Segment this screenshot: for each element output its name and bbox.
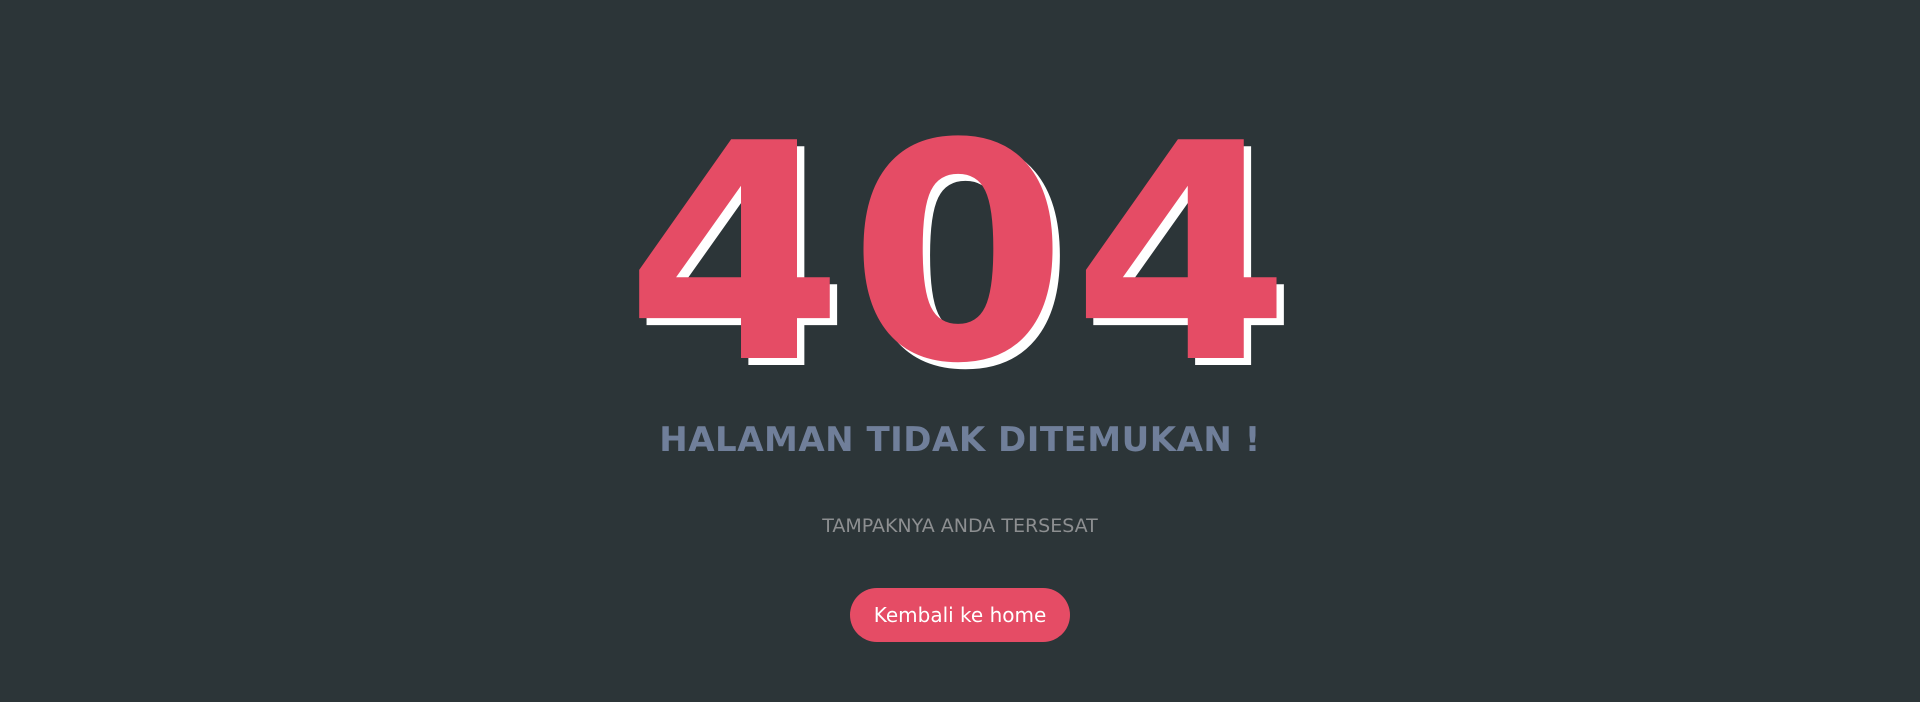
back-to-home-button[interactable]: Kembali ke home <box>850 588 1070 642</box>
not-found-page: 404 HALAMAN TIDAK DITEMUKAN ! TAMPAKNYA … <box>0 0 1920 702</box>
error-code-container: 404 <box>0 105 1920 405</box>
error-code: 404 <box>624 80 1296 429</box>
error-subline: TAMPAKNYA ANDA TERSESAT <box>822 515 1098 537</box>
error-headline: HALAMAN TIDAK DITEMUKAN ! <box>659 420 1261 460</box>
